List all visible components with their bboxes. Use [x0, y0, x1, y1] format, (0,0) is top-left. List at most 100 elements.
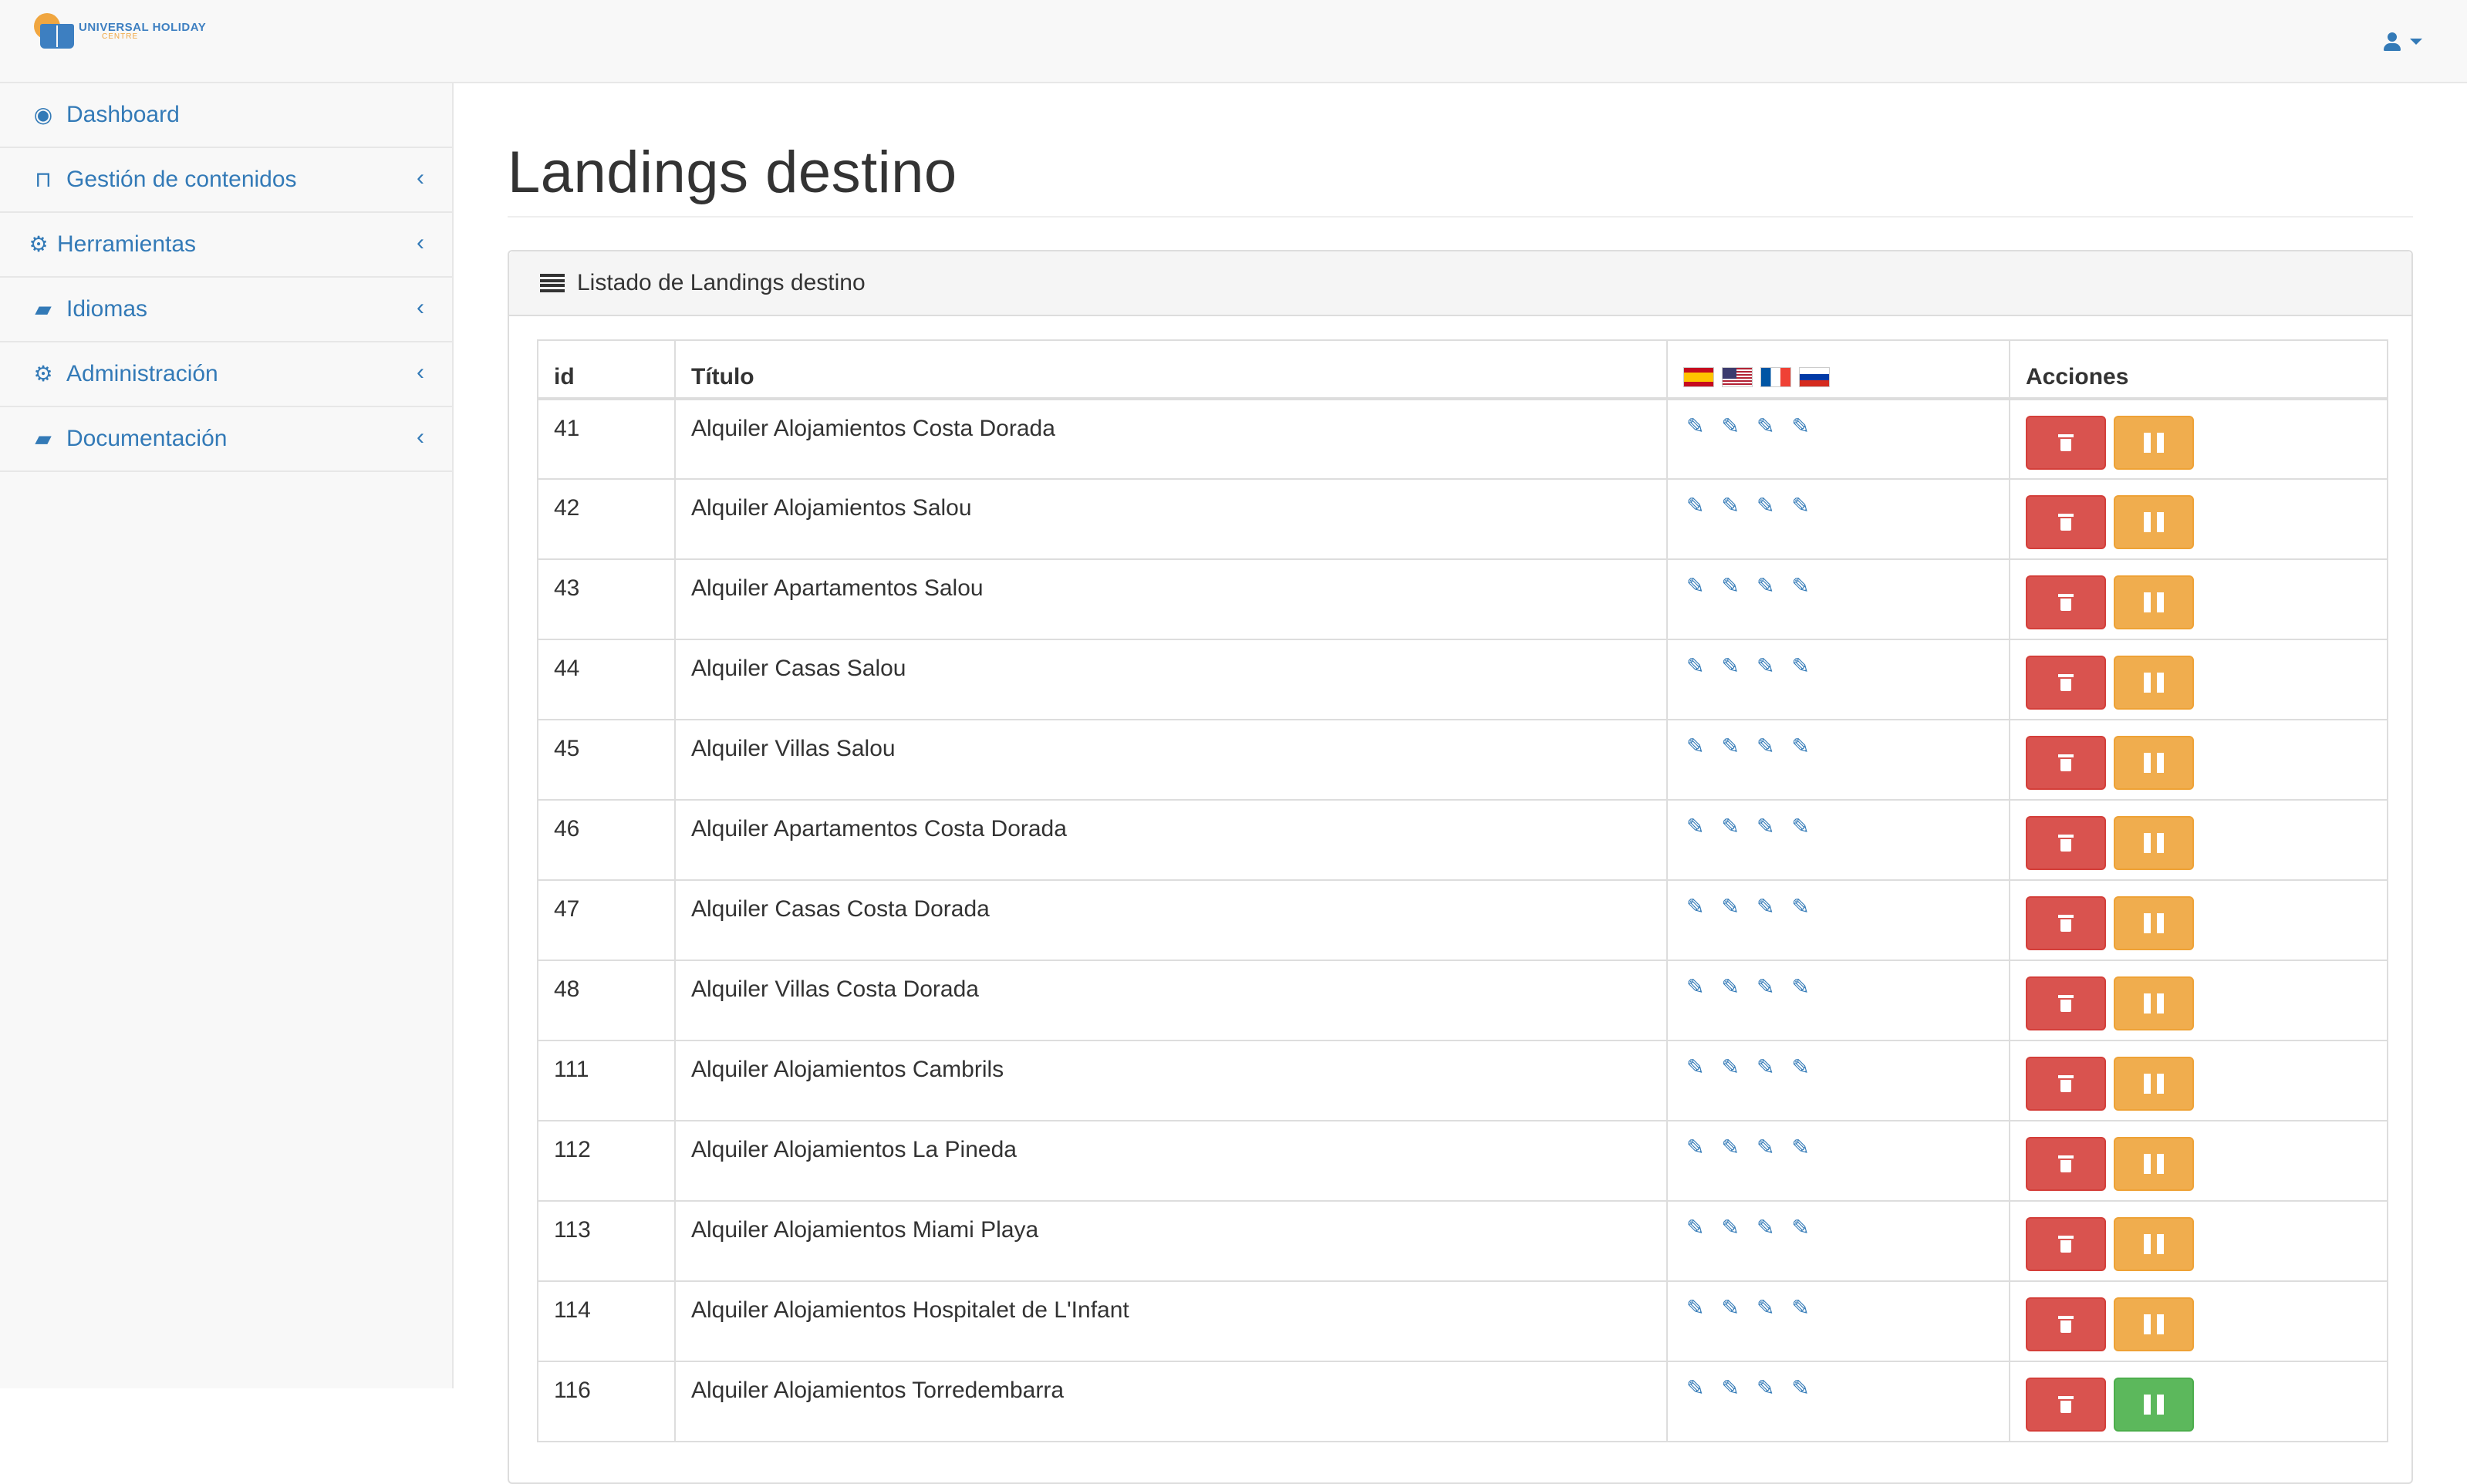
- edit-fr-pencil-icon[interactable]: ✎: [1757, 575, 1774, 597]
- edit-ru-pencil-icon[interactable]: ✎: [1791, 1057, 1809, 1078]
- edit-fr-pencil-icon[interactable]: ✎: [1757, 495, 1774, 517]
- user-menu-dropdown[interactable]: [2382, 31, 2422, 52]
- edit-en-pencil-icon[interactable]: ✎: [1721, 1057, 1739, 1078]
- delete-button[interactable]: [2026, 736, 2106, 790]
- trash-icon: [2058, 1236, 2074, 1253]
- edit-fr-pencil-icon[interactable]: ✎: [1757, 816, 1774, 838]
- delete-button[interactable]: [2026, 816, 2106, 870]
- edit-es-pencil-icon[interactable]: ✎: [1686, 416, 1704, 437]
- sidebar-item-administracion[interactable]: ⚙ Administración ‹: [0, 342, 452, 407]
- edit-ru-pencil-icon[interactable]: ✎: [1791, 1297, 1809, 1319]
- edit-fr-pencil-icon[interactable]: ✎: [1757, 736, 1774, 757]
- edit-en-pencil-icon[interactable]: ✎: [1721, 495, 1739, 517]
- edit-ru-pencil-icon[interactable]: ✎: [1791, 495, 1809, 517]
- delete-button[interactable]: [2026, 976, 2106, 1030]
- edit-en-pencil-icon[interactable]: ✎: [1721, 976, 1739, 998]
- cell-id: 42: [537, 478, 676, 560]
- edit-ru-pencil-icon[interactable]: ✎: [1791, 1378, 1809, 1399]
- toggle-state-button[interactable]: [2114, 495, 2194, 549]
- delete-button[interactable]: [2026, 1057, 2106, 1111]
- edit-en-pencil-icon[interactable]: ✎: [1721, 736, 1739, 757]
- sidebar-item-documentacion[interactable]: ▰ Documentación ‹: [0, 407, 452, 472]
- edit-ru-pencil-icon[interactable]: ✎: [1791, 736, 1809, 757]
- edit-ru-pencil-icon[interactable]: ✎: [1791, 816, 1809, 838]
- edit-ru-pencil-icon[interactable]: ✎: [1791, 575, 1809, 597]
- edit-en-pencil-icon[interactable]: ✎: [1721, 416, 1739, 437]
- delete-button[interactable]: [2026, 896, 2106, 950]
- edit-es-pencil-icon[interactable]: ✎: [1686, 495, 1704, 517]
- delete-button[interactable]: [2026, 495, 2106, 549]
- toggle-state-button[interactable]: [2114, 1137, 2194, 1191]
- toggle-state-button[interactable]: [2114, 896, 2194, 950]
- edit-fr-pencil-icon[interactable]: ✎: [1757, 1057, 1774, 1078]
- column-header-id[interactable]: id: [537, 339, 676, 400]
- edit-en-pencil-icon[interactable]: ✎: [1721, 1378, 1739, 1399]
- edit-ru-pencil-icon[interactable]: ✎: [1791, 416, 1809, 437]
- france-flag-icon: [1760, 366, 1791, 387]
- toggle-state-button[interactable]: [2114, 816, 2194, 870]
- edit-es-pencil-icon[interactable]: ✎: [1686, 896, 1704, 918]
- edit-es-pencil-icon[interactable]: ✎: [1686, 1137, 1704, 1159]
- edit-ru-pencil-icon[interactable]: ✎: [1791, 976, 1809, 998]
- sidebar-item-label: Documentación: [66, 426, 228, 451]
- edit-ru-pencil-icon[interactable]: ✎: [1791, 1137, 1809, 1159]
- edit-en-pencil-icon[interactable]: ✎: [1721, 1217, 1739, 1239]
- edit-es-pencil-icon[interactable]: ✎: [1686, 816, 1704, 838]
- sidebar-item-idiomas[interactable]: ▰ Idiomas ‹: [0, 278, 452, 342]
- toggle-state-button[interactable]: [2114, 976, 2194, 1030]
- sidebar-item-herramientas[interactable]: ⚙ Herramientas ‹: [0, 213, 452, 278]
- edit-en-pencil-icon[interactable]: ✎: [1721, 575, 1739, 597]
- edit-ru-pencil-icon[interactable]: ✎: [1791, 896, 1809, 918]
- edit-ru-pencil-icon[interactable]: ✎: [1791, 656, 1809, 677]
- edit-fr-pencil-icon[interactable]: ✎: [1757, 976, 1774, 998]
- delete-button[interactable]: [2026, 575, 2106, 629]
- edit-ru-pencil-icon[interactable]: ✎: [1791, 1217, 1809, 1239]
- column-header-title[interactable]: Título: [674, 339, 1668, 400]
- toggle-state-button[interactable]: [2114, 416, 2194, 470]
- edit-fr-pencil-icon[interactable]: ✎: [1757, 1137, 1774, 1159]
- edit-en-pencil-icon[interactable]: ✎: [1721, 1297, 1739, 1319]
- delete-button[interactable]: [2026, 416, 2106, 470]
- edit-fr-pencil-icon[interactable]: ✎: [1757, 1217, 1774, 1239]
- edit-es-pencil-icon[interactable]: ✎: [1686, 1378, 1704, 1399]
- edit-es-pencil-icon[interactable]: ✎: [1686, 575, 1704, 597]
- delete-button[interactable]: [2026, 1217, 2106, 1271]
- toggle-state-button[interactable]: [2114, 1057, 2194, 1111]
- edit-fr-pencil-icon[interactable]: ✎: [1757, 416, 1774, 437]
- cell-id: 111: [537, 1040, 676, 1121]
- toggle-state-button[interactable]: [2114, 736, 2194, 790]
- column-header-languages: [1666, 339, 2010, 400]
- sidebar-item-dashboard[interactable]: ◉ Dashboard: [0, 83, 452, 148]
- cell-languages: ✎ ✎ ✎ ✎: [1666, 478, 2010, 560]
- brand-logo[interactable]: UNIVERSAL HOLIDAY CENTRE: [31, 9, 206, 52]
- panel-heading: Listado de Landings destino: [509, 251, 2411, 316]
- edit-es-pencil-icon[interactable]: ✎: [1686, 1297, 1704, 1319]
- edit-fr-pencil-icon[interactable]: ✎: [1757, 656, 1774, 677]
- toggle-state-button[interactable]: [2114, 575, 2194, 629]
- sidebar-item-label: Idiomas: [66, 296, 148, 322]
- edit-es-pencil-icon[interactable]: ✎: [1686, 656, 1704, 677]
- edit-fr-pencil-icon[interactable]: ✎: [1757, 1378, 1774, 1399]
- edit-fr-pencil-icon[interactable]: ✎: [1757, 896, 1774, 918]
- toggle-state-button[interactable]: [2114, 1217, 2194, 1271]
- toggle-state-button[interactable]: [2114, 656, 2194, 710]
- edit-es-pencil-icon[interactable]: ✎: [1686, 736, 1704, 757]
- edit-fr-pencil-icon[interactable]: ✎: [1757, 1297, 1774, 1319]
- edit-en-pencil-icon[interactable]: ✎: [1721, 656, 1739, 677]
- delete-button[interactable]: [2026, 656, 2106, 710]
- edit-en-pencil-icon[interactable]: ✎: [1721, 896, 1739, 918]
- delete-button[interactable]: [2026, 1297, 2106, 1351]
- toggle-state-button[interactable]: [2114, 1297, 2194, 1351]
- edit-en-pencil-icon[interactable]: ✎: [1721, 1137, 1739, 1159]
- pause-icon: [2144, 753, 2164, 773]
- cell-title: Alquiler Villas Salou: [674, 719, 1668, 801]
- edit-es-pencil-icon[interactable]: ✎: [1686, 976, 1704, 998]
- delete-button[interactable]: [2026, 1137, 2106, 1191]
- edit-es-pencil-icon[interactable]: ✎: [1686, 1217, 1704, 1239]
- chevron-left-icon: ‹: [417, 295, 424, 320]
- sidebar-item-gestion-contenidos[interactable]: ⊓ Gestión de contenidos ‹: [0, 148, 452, 213]
- delete-button[interactable]: [2026, 1378, 2106, 1432]
- edit-en-pencil-icon[interactable]: ✎: [1721, 816, 1739, 838]
- activate-button[interactable]: [2114, 1378, 2194, 1432]
- edit-es-pencil-icon[interactable]: ✎: [1686, 1057, 1704, 1078]
